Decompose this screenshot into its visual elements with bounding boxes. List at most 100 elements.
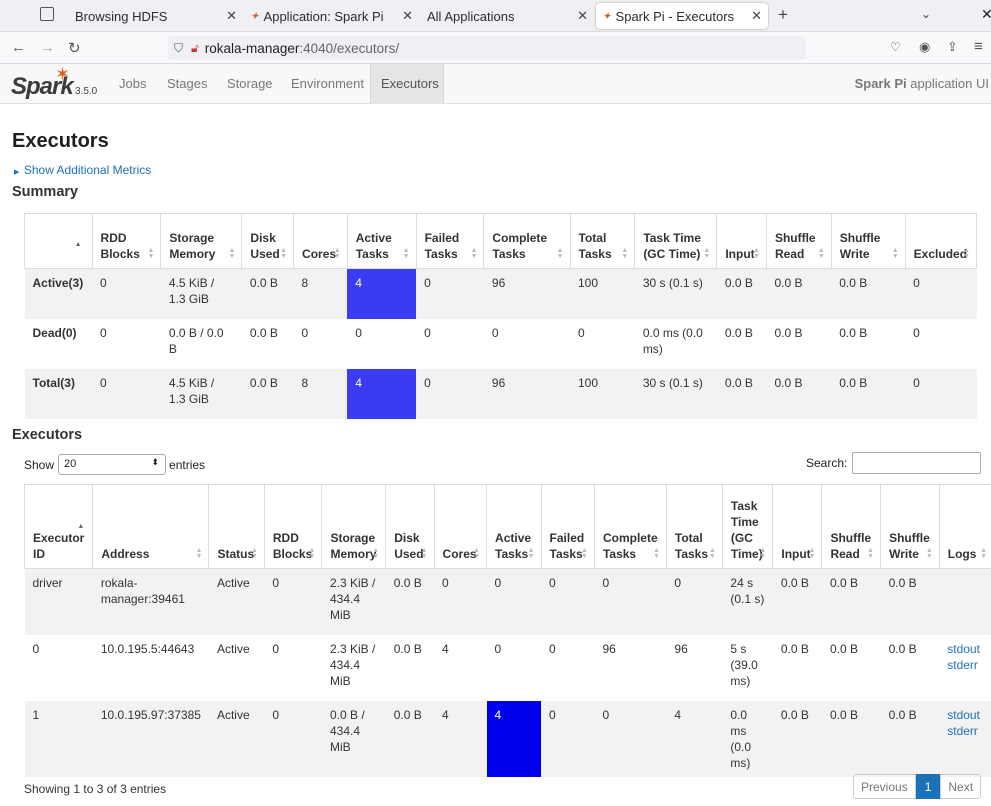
executor-header-2[interactable]: Status ▲ ▼ (208, 484, 265, 569)
header-label: Complete Tasks (492, 231, 548, 261)
search-control: Search: (806, 452, 982, 474)
summary-header-1[interactable]: RDD Blocks ▲ ▼ (91, 213, 162, 269)
stderr-link[interactable]: stderr (947, 723, 985, 739)
summary-cell: 0.0 B (831, 368, 906, 419)
tab-browsing-hdfs[interactable]: Browsing HDFS ✕ (63, 3, 243, 29)
tab-overview-icon[interactable] (40, 7, 54, 21)
summary-header-7[interactable]: Complete Tasks ▲ ▼ (483, 213, 571, 269)
stdout-link[interactable]: stdout (947, 641, 985, 657)
summary-header-0[interactable]: ▲ (24, 213, 93, 269)
sort-icon: ▲ ▼ (527, 547, 535, 560)
summary-cell: 0 (905, 368, 977, 419)
executor-cell: 0.0 B (880, 700, 940, 777)
summary-cell: 0.0 B (831, 268, 906, 319)
executor-header-1[interactable]: Address ▲ ▼ (92, 484, 210, 569)
pocket-icon[interactable]: ♡ (890, 40, 901, 54)
executor-header-15[interactable]: Logs ▲ ▼ (938, 484, 991, 569)
summary-cell: 0 (92, 368, 161, 419)
page-size-select[interactable]: 20 ⬍ (58, 454, 167, 475)
summary-header-3[interactable]: Disk Used ▲ ▼ (241, 213, 295, 269)
previous-button[interactable]: Previous (853, 774, 916, 799)
list-tabs-chevron-icon[interactable]: ⌄ (921, 7, 931, 21)
header-label: Shuffle Read (774, 231, 816, 261)
executor-header-5[interactable]: Disk Used ▲ ▼ (385, 484, 435, 569)
executor-header-0[interactable]: Executor ID ▲ (23, 484, 94, 569)
spark-logo[interactable]: Spark ✶ (11, 64, 74, 101)
new-tab-icon[interactable]: + (778, 5, 788, 25)
caret-right-icon: ▶ (14, 169, 20, 176)
nav-stages[interactable]: Stages (167, 76, 207, 91)
close-icon[interactable]: ✕ (402, 8, 413, 24)
menu-icon[interactable]: ≡ (974, 38, 983, 55)
executor-header-3[interactable]: RDD Blocks ▲ ▼ (263, 484, 323, 569)
back-icon[interactable]: ← (11, 39, 26, 56)
executor-header-13[interactable]: Shuffle Read ▲ ▼ (821, 484, 882, 569)
next-button[interactable]: Next (940, 774, 982, 799)
forward-icon[interactable]: → (40, 39, 55, 56)
tab-spark-pi-executors[interactable]: ✦ Spark Pi - Executors ✕ (596, 3, 768, 29)
executor-cell: 0.0 B (393, 641, 422, 656)
stdout-link[interactable]: stdout (947, 707, 985, 723)
nav-storage[interactable]: Storage (227, 76, 273, 91)
sort-icon: ▲ ▼ (333, 247, 341, 260)
summary-cell: 4 (347, 368, 417, 419)
executor-cell: 24 s (0.1 s) (722, 568, 773, 635)
summary-header-8[interactable]: Total Tasks ▲ ▼ (569, 213, 636, 269)
summary-cell: 30 s (0.1 s) (634, 268, 717, 319)
tracking-shield-icon[interactable]: ⛉ (174, 41, 183, 56)
summary-cell: Total(3) (24, 368, 93, 419)
close-window-icon[interactable]: ✕ (981, 6, 991, 23)
summary-header-9[interactable]: Task Time (GC Time) ▲ ▼ (634, 213, 718, 269)
header-label: Address (101, 547, 150, 561)
stderr-link[interactable]: stderr (947, 657, 985, 673)
nav-jobs[interactable]: Jobs (119, 76, 146, 91)
tab-application-spark-pi[interactable]: ✦ Application: Spark Pi ✕ (243, 3, 419, 29)
select-arrows-icon: ⬍ (151, 457, 160, 467)
executor-header-12[interactable]: Input ▲ ▼ (772, 484, 823, 569)
executor-header-8[interactable]: Failed Tasks ▲ ▼ (540, 484, 595, 569)
summary-cell: 0 (301, 325, 309, 340)
url-bar[interactable]: ⛉ 🔓︎ rokala-manager:4040/executors/ (168, 36, 806, 60)
close-icon[interactable]: ✕ (226, 8, 237, 24)
close-icon[interactable]: ✕ (577, 8, 588, 24)
summary-cell: 8 (293, 268, 348, 319)
summary-header-5[interactable]: Active Tasks ▲ ▼ (346, 213, 417, 269)
app-name: Spark Pi (854, 76, 907, 91)
insecure-lock-icon[interactable]: 🔓︎ (191, 41, 199, 56)
summary-header-10[interactable]: Input ▲ ▼ (716, 213, 767, 269)
show-metrics-link[interactable]: Show Additional Metrics (24, 163, 151, 177)
nav-environment[interactable]: Environment (291, 76, 364, 91)
spark-favicon-icon: ✦ (251, 10, 259, 21)
extensions-icon[interactable]: ⇪ (947, 39, 958, 55)
summary-cell: 0.0 ms (0.0 ms) (642, 325, 703, 356)
sort-icon: ▲ (77, 523, 85, 530)
summary-cell: 100 (570, 368, 635, 419)
executor-header-7[interactable]: Active Tasks ▲ ▼ (486, 484, 542, 569)
nav-executors[interactable]: Executors (381, 76, 439, 91)
summary-cell: 0 (424, 325, 431, 340)
summary-header-11[interactable]: Shuffle Read ▲ ▼ (765, 213, 832, 269)
executor-header-10[interactable]: Total Tasks ▲ ▼ (665, 484, 723, 569)
summary-header-12[interactable]: Shuffle Write ▲ ▼ (830, 213, 906, 269)
account-icon[interactable]: ◉ (919, 39, 930, 55)
summary-row: Active(3) 0 4.5 KiB / 1.3 GiB 0.0 B 8 4 0 96 100… (24, 268, 977, 319)
search-input[interactable] (852, 452, 982, 474)
page-1-button[interactable]: 1 (915, 774, 941, 799)
close-icon[interactable]: ✕ (751, 8, 762, 24)
executor-header-11[interactable]: Task Time (GC Time) ▲ ▼ (721, 484, 774, 569)
header-label: RDD Blocks (272, 531, 313, 561)
summary-header-13[interactable]: Excluded ▲ ▼ (904, 213, 978, 269)
summary-header-6[interactable]: Failed Tasks ▲ ▼ (415, 213, 485, 269)
header-label: RDD Blocks (100, 231, 140, 261)
executor-header-14[interactable]: Shuffle Write ▲ ▼ (880, 484, 940, 569)
tab-all-applications[interactable]: All Applications ✕ (419, 3, 594, 29)
executor-cell: 0 (264, 700, 322, 777)
reload-icon[interactable]: ↻ (68, 39, 81, 57)
executor-header-6[interactable]: Cores ▲ ▼ (433, 484, 488, 569)
summary-header-2[interactable]: Storage Memory ▲ ▼ (160, 213, 243, 269)
header-label: Status (217, 547, 255, 561)
summary-header-4[interactable]: Cores ▲ ▼ (293, 213, 348, 269)
executor-header-4[interactable]: Storage Memory ▲ ▼ (321, 484, 387, 569)
executor-header-9[interactable]: Complete Tasks ▲ ▼ (593, 484, 667, 569)
show-additional-metrics[interactable]: ▶ Show Additional Metrics (14, 161, 151, 179)
